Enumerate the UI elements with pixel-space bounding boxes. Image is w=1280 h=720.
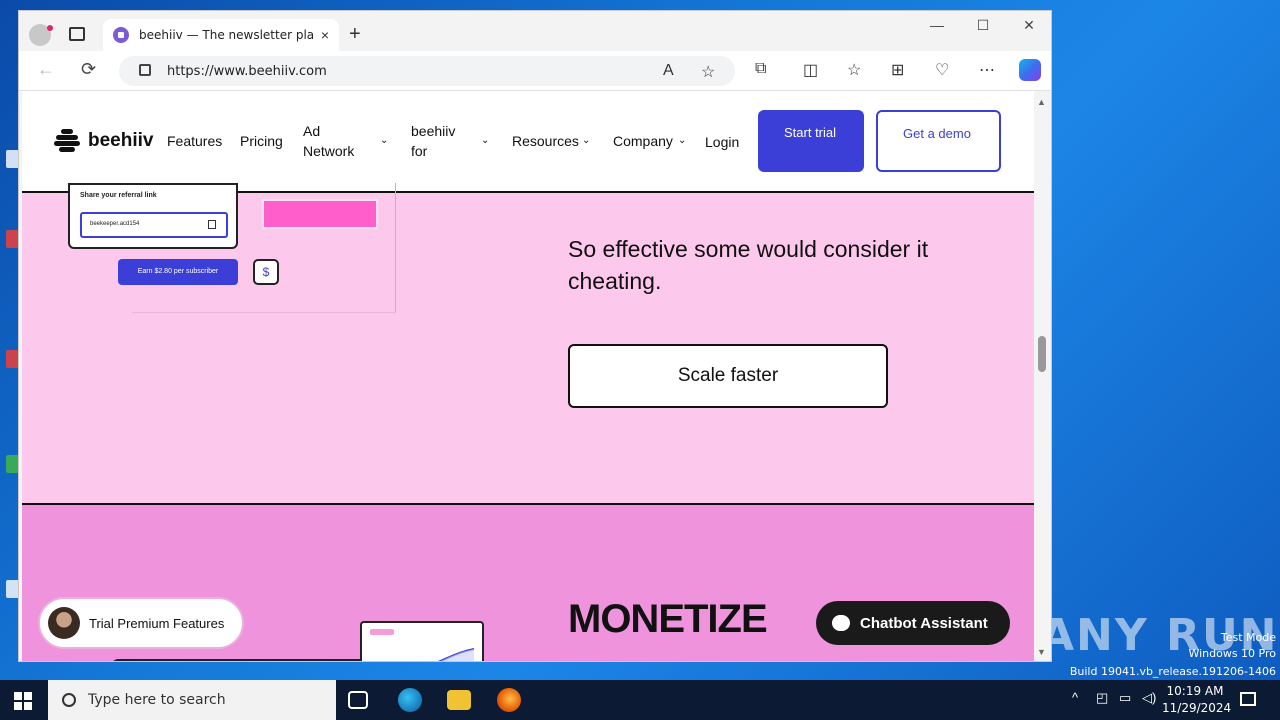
browser-window: beehiiv — The newsletter platform × + — … — [18, 10, 1052, 662]
scroll-up-icon[interactable]: ▲ — [1037, 97, 1046, 107]
scroll-thumb[interactable] — [1038, 336, 1046, 372]
copilot-icon[interactable] — [1019, 59, 1041, 81]
task-view-icon[interactable] — [348, 691, 368, 709]
nav-resources[interactable]: Resources — [512, 131, 579, 151]
nav-pricing[interactable]: Pricing — [240, 131, 283, 151]
windows-start-icon[interactable] — [14, 692, 32, 710]
chevron-down-icon[interactable]: ⌄ — [678, 135, 686, 146]
dollar-icon: $ — [253, 259, 279, 285]
watermark-test-mode: Test Mode — [1220, 631, 1276, 644]
extensions-icon[interactable]: ⧉ — [755, 60, 766, 78]
nav-features[interactable]: Features — [167, 131, 222, 151]
trial-label: Trial Premium Features — [89, 615, 225, 631]
chart-card — [360, 621, 484, 661]
read-aloud-icon[interactable]: A — [663, 62, 674, 80]
get-demo-button[interactable]: Get a demo — [876, 110, 1001, 172]
trend-line-icon — [437, 648, 475, 661]
chevron-down-icon[interactable]: ⌄ — [380, 135, 388, 146]
url-field[interactable]: https://www.beehiiv.com A ☆ — [119, 56, 735, 86]
more-menu-icon[interactable]: ⋯ — [979, 60, 995, 80]
start-trial-button[interactable]: Start trial — [758, 110, 864, 172]
new-tab-button[interactable]: + — [349, 23, 361, 46]
scale-section: Share your referral link beekeeper.acd15… — [22, 183, 1034, 505]
tab-beehiiv[interactable]: beehiiv — The newsletter platform × — [103, 19, 339, 51]
file-explorer-icon[interactable] — [447, 690, 471, 710]
tray-device-icon[interactable]: ◰ — [1096, 690, 1108, 706]
nav-beehiiv-for[interactable]: beehiiv for — [411, 121, 466, 161]
watermark-build: Build 19041.vb_release.191206-1406 — [1069, 665, 1276, 678]
nav-login[interactable]: Login — [705, 132, 739, 152]
vertical-scrollbar[interactable]: ▲ ▼ — [1034, 91, 1050, 661]
browser-essentials-icon[interactable]: ♡ — [935, 60, 949, 80]
chevron-down-icon[interactable]: ⌄ — [582, 135, 590, 146]
taskbar-search[interactable]: Type here to search — [48, 680, 336, 720]
favorites-icon[interactable]: ☆ — [847, 60, 861, 80]
section-headline: So effective some would consider it chea… — [568, 236, 929, 294]
referral-card: Share your referral link beekeeper.acd15… — [68, 183, 238, 249]
edge-icon[interactable] — [398, 688, 422, 712]
minimize-button[interactable]: — — [917, 17, 957, 33]
back-arrow-icon[interactable]: ← — [37, 59, 55, 80]
chat-bubble-icon — [832, 615, 850, 631]
nav-company[interactable]: Company — [613, 131, 673, 151]
volume-icon[interactable]: ◁) — [1142, 690, 1156, 706]
url-text[interactable]: https://www.beehiiv.com — [167, 64, 327, 79]
copy-icon — [208, 220, 216, 229]
search-placeholder: Type here to search — [88, 692, 226, 708]
referral-link-field: beekeeper.acd154 — [80, 212, 228, 238]
search-icon — [62, 693, 76, 707]
address-bar-row: ← ⟳ https://www.beehiiv.com A ☆ ⧉ ◫ ☆ ⊞ … — [19, 51, 1051, 91]
pink-bar — [262, 199, 378, 229]
site-header: beehiiv Features Pricing Ad Network ⌄ be… — [22, 91, 1034, 193]
beehiiv-logo[interactable]: beehiiv — [54, 129, 153, 153]
scroll-down-icon[interactable]: ▼ — [1037, 647, 1046, 657]
clock[interactable]: 10:19 AM 11/29/2024 — [1162, 683, 1232, 717]
watermark-os: Windows 10 Pro — [1188, 647, 1276, 660]
referral-title: Share your referral link — [80, 192, 157, 199]
chatbot-button[interactable]: Chatbot Assistant — [816, 601, 1010, 645]
tab-title: beehiiv — The newsletter platform — [139, 28, 313, 42]
chatbot-label: Chatbot Assistant — [860, 614, 988, 632]
tab-actions-icon[interactable] — [69, 27, 85, 41]
beehiiv-logo-icon — [54, 129, 80, 153]
notification-dot — [47, 25, 53, 31]
lock-icon[interactable] — [139, 64, 151, 76]
chevron-down-icon[interactable]: ⌄ — [481, 135, 489, 146]
avatar — [48, 607, 80, 639]
nav-ad-network[interactable]: Ad Network — [303, 121, 365, 161]
page-viewport: beehiiv Features Pricing Ad Network ⌄ be… — [22, 91, 1034, 661]
monetize-heading: MONETIZE — [568, 597, 768, 641]
scale-faster-button[interactable]: Scale faster — [568, 344, 888, 408]
tab-close-icon[interactable]: × — [321, 27, 329, 43]
referral-link-text: beekeeper.acd154 — [90, 221, 140, 227]
beehiiv-favicon-icon — [113, 27, 129, 43]
tray-chevron-icon[interactable]: ^ — [1072, 690, 1078, 705]
earn-badge: Earn $2.80 per subscriber — [118, 259, 238, 285]
illustration-frame — [112, 659, 362, 661]
maximize-button[interactable]: ☐ — [963, 17, 1003, 34]
taskbar: Type here to search ^ ◰ ▭ ◁) 10:19 AM 11… — [0, 680, 1280, 720]
network-icon[interactable]: ▭ — [1119, 690, 1131, 706]
notifications-icon[interactable] — [1240, 692, 1256, 706]
referral-illustration: Share your referral link beekeeper.acd15… — [68, 183, 396, 313]
split-screen-icon[interactable]: ◫ — [803, 60, 818, 80]
clock-time: 10:19 AM — [1166, 684, 1224, 698]
trial-premium-widget[interactable]: Trial Premium Features — [38, 597, 244, 649]
close-window-button[interactable]: ✕ — [1009, 17, 1049, 34]
clock-date: 11/29/2024 — [1162, 701, 1232, 715]
title-bar: beehiiv — The newsletter platform × + — … — [19, 11, 1051, 51]
refresh-icon[interactable]: ⟳ — [81, 59, 96, 80]
collections-icon[interactable]: ⊞ — [891, 60, 904, 80]
firefox-icon[interactable] — [497, 688, 521, 712]
favorite-star-icon[interactable]: ☆ — [701, 62, 715, 82]
logo-text: beehiiv — [88, 130, 154, 151]
